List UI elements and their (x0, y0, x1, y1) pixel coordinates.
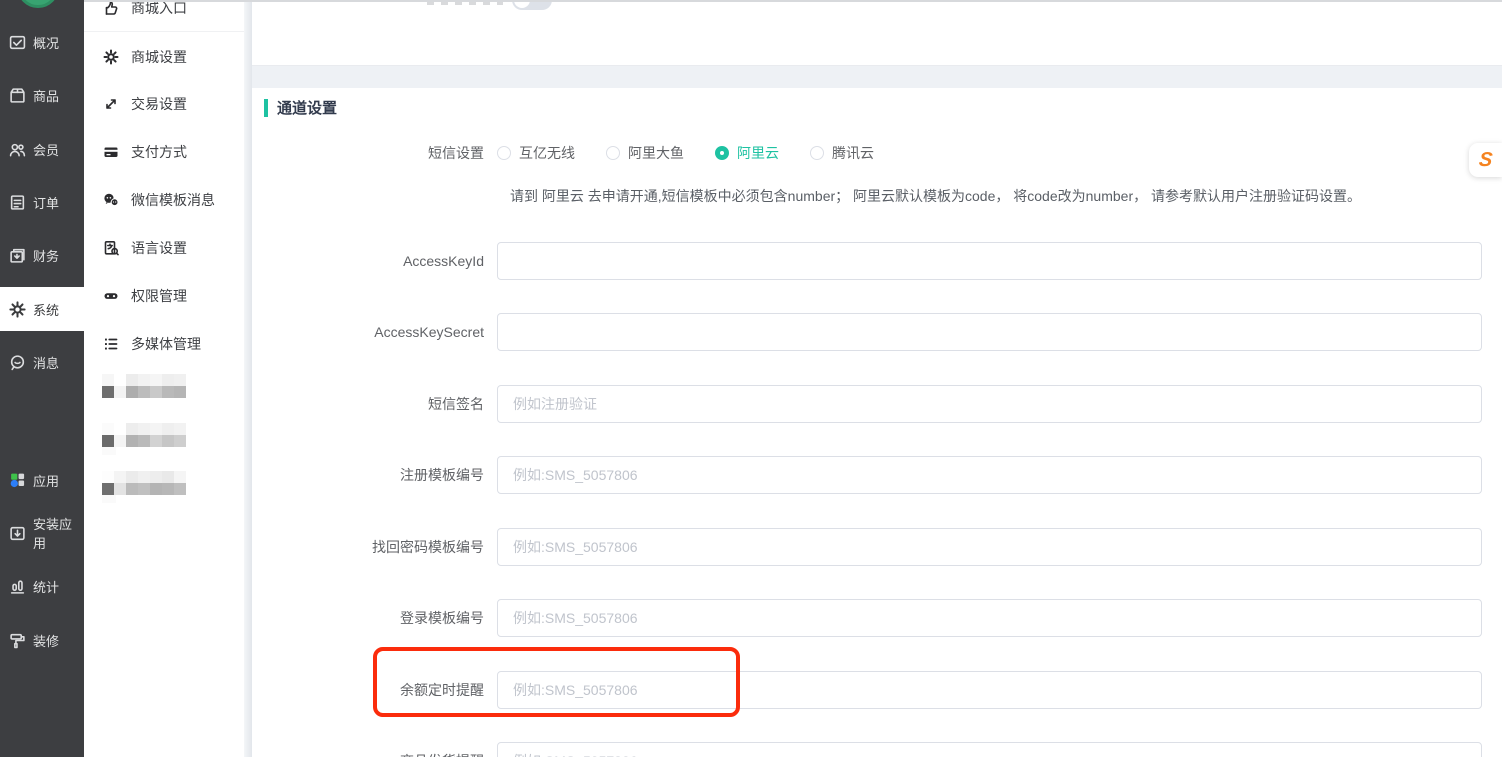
sms-setting-label: 短信设置 (428, 145, 484, 161)
submenu-scrollbar[interactable] (244, 0, 252, 757)
redacted-menu-item[interactable] (102, 374, 186, 398)
decorate-icon (10, 633, 25, 648)
redacted-menu-item[interactable] (102, 471, 186, 503)
submenu-divider (84, 31, 244, 32)
s-logo-icon: S (1477, 149, 1494, 171)
shipping-reminder-template-input[interactable] (497, 742, 1482, 757)
radio-huyi-wireless[interactable]: 互亿无线 (497, 143, 575, 163)
section-header: 通道设置 (264, 97, 337, 118)
submenu-item-wechat-template[interactable]: 微信模板消息 (84, 180, 244, 220)
mall-settings-icon (103, 49, 119, 65)
section-title: 通道设置 (277, 100, 338, 117)
field-row-sms-signature: 短信签名 (252, 385, 1482, 423)
permission-icon (104, 293, 118, 299)
nav-item-message[interactable]: 消息 (0, 340, 84, 384)
accesskeyid-input[interactable] (497, 242, 1482, 280)
aliyun-help-text: 请到 阿里云 去申请开通,短信模板中必须包含number； 阿里云默认模板为co… (510, 188, 1361, 204)
field-row-balance-reminder: 余额定时提醒 (252, 671, 1482, 709)
mall-entrance-icon (105, 1, 118, 15)
trade-settings-icon (106, 99, 116, 109)
wechat-template-icon (104, 193, 119, 207)
main-content: 通道设置 短信设置 互亿无线 阿里大鱼 阿里云 腾讯云 请到 阿里云 去申请开通… (252, 0, 1502, 757)
submenu-item-mall-settings[interactable]: 商城设置 (84, 37, 244, 77)
submenu-item-media[interactable]: 多媒体管理 (84, 324, 244, 364)
radio-tencent-cloud[interactable]: 腾讯云 (810, 143, 874, 163)
secondary-sidebar: 商城入口 商城设置 交易设置 支付方式 微信模板消息 语言设置 权限管理 多媒体… (84, 0, 244, 757)
nav-item-goods[interactable]: 商品 (0, 73, 84, 117)
nav-item-decorate[interactable]: 装修 (0, 618, 84, 662)
sms-provider-radio-group: 互亿无线 阿里大鱼 阿里云 腾讯云 (497, 143, 874, 163)
language-icon (104, 240, 119, 256)
overview-icon (9, 35, 26, 49)
submenu-item-trade-settings[interactable]: 交易设置 (84, 84, 244, 124)
submenu-item-payment[interactable]: 支付方式 (84, 132, 244, 172)
field-row-accesskeyid: AccessKeyId (252, 242, 1482, 280)
field-row-password-recovery-template: 找回密码模板编号 (252, 528, 1482, 566)
app-logo[interactable] (17, 0, 59, 8)
primary-sidebar: 概况 商品 会员 订单 财务 系统 消息 应用 安装应用 统计 装修 (0, 0, 84, 757)
sms-provider-row: 短信设置 互亿无线 阿里大鱼 阿里云 腾讯云 (252, 143, 1482, 163)
submenu-item-language[interactable]: 语言设置 (84, 228, 244, 268)
radio-circle (606, 146, 620, 160)
register-template-input[interactable] (497, 456, 1482, 494)
login-template-input[interactable] (497, 599, 1482, 637)
section-accent-bar (264, 98, 268, 117)
top-edge-divider (84, 0, 1502, 2)
install-app-icon (10, 526, 25, 540)
apps-icon (10, 473, 25, 487)
floating-extension-tab[interactable]: S (1469, 143, 1502, 177)
redacted-menu-item[interactable] (102, 423, 186, 455)
submenu-item-permission[interactable]: 权限管理 (84, 276, 244, 316)
submenu-item-mall-entrance[interactable]: 商城入口 (84, 0, 244, 28)
field-row-accesskeysecret: AccessKeySecret (252, 313, 1482, 351)
media-icon (105, 338, 118, 350)
radio-circle (810, 146, 824, 160)
orders-icon (10, 194, 25, 210)
message-icon (10, 354, 25, 370)
stats-icon (10, 579, 25, 594)
radio-circle (715, 146, 729, 160)
field-row-register-template: 注册模板编号 (252, 456, 1482, 494)
nav-item-members[interactable]: 会员 (0, 127, 84, 171)
radio-ali-dayu[interactable]: 阿里大鱼 (606, 143, 684, 163)
finance-icon (10, 248, 25, 263)
cut-off-label (427, 2, 503, 5)
sms-signature-input[interactable] (497, 385, 1482, 423)
nav-item-overview[interactable]: 概况 (0, 20, 84, 64)
goods-icon (10, 87, 25, 103)
members-icon (9, 143, 26, 156)
nav-item-stats[interactable]: 统计 (0, 564, 84, 608)
nav-item-orders[interactable]: 订单 (0, 180, 84, 224)
accesskeysecret-input[interactable] (497, 313, 1482, 351)
system-icon (9, 300, 26, 318)
previous-settings-card (252, 0, 1502, 66)
field-row-login-template: 登录模板编号 (252, 599, 1482, 637)
field-row-shipping-reminder: 商品发货提醒 (252, 742, 1482, 757)
password-recovery-template-input[interactable] (497, 528, 1482, 566)
nav-item-apps[interactable]: 应用 (0, 458, 84, 502)
radio-circle (497, 146, 511, 160)
nav-item-system[interactable]: 系统 (0, 287, 84, 331)
payment-icon (104, 147, 118, 157)
channel-settings-card: 通道设置 短信设置 互亿无线 阿里大鱼 阿里云 腾讯云 请到 阿里云 去申请开通… (252, 88, 1502, 757)
nav-item-install-apps[interactable]: 安装应用 (0, 511, 84, 555)
balance-reminder-template-input[interactable] (497, 671, 1482, 709)
radio-aliyun[interactable]: 阿里云 (715, 143, 779, 163)
nav-item-finance[interactable]: 财务 (0, 233, 84, 277)
